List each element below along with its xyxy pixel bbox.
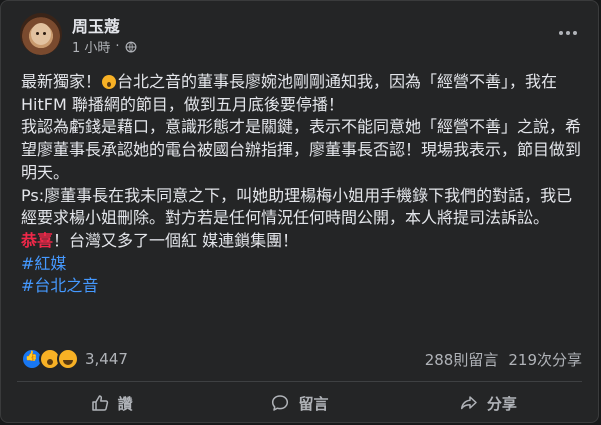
reactions-summary[interactable]: 3,447 <box>21 348 128 370</box>
post-paragraph: 我認為虧錢是藉口，意識形態才是關鍵，表示不能同意她「經營不善」之說，希望廖董事長… <box>21 117 582 182</box>
avatar-eye <box>43 32 46 35</box>
hashtag-line: #紅媒 <box>21 253 582 276</box>
thumbs-up-icon <box>91 395 108 411</box>
hashtag-line: #台北之音 <box>21 275 582 298</box>
haha-reaction-icon <box>57 348 79 370</box>
like-label: 讚 <box>117 394 133 413</box>
post-paragraph: 最新獨家！ 台北之音的董事長廖婉池剛剛通知我，因為「經營不善」，我在HitFM 聯… <box>21 71 582 116</box>
more-options-icon[interactable] <box>556 21 580 45</box>
comment-count[interactable]: 288則留言 <box>425 349 499 370</box>
engagement-counts: 288則留言 219次分享 <box>425 349 582 370</box>
reaction-count[interactable]: 3,447 <box>85 350 128 368</box>
hashtag-link[interactable]: #紅媒 <box>21 254 66 273</box>
meta-separator: · <box>115 39 120 54</box>
action-bar: 讚 留言 分享 <box>17 385 582 421</box>
globe-icon <box>125 41 136 52</box>
post-stats: 3,447 288則留言 219次分享 <box>21 346 582 372</box>
avatar[interactable] <box>20 13 62 55</box>
share-count[interactable]: 219次分享 <box>508 349 582 370</box>
post-text: ！台灣又多了一個紅 媒連鎖集團！ <box>53 230 299 250</box>
post-header: 周玉蔻 1 小時 · <box>20 13 584 63</box>
post-paragraph: 恭喜！台灣又多了一個紅 媒連鎖集團！ <box>21 230 582 253</box>
post-text: 最新獨家！ <box>21 72 102 91</box>
comment-button[interactable]: 留言 <box>205 385 393 421</box>
post-text: 台北之音的董事長廖婉池剛剛通知我，因為「經營不善」，我在HitFM 聯播網的節目… <box>21 72 558 114</box>
share-label: 分享 <box>486 394 517 413</box>
share-button[interactable]: 分享 <box>394 385 582 421</box>
like-button[interactable]: 讚 <box>17 385 205 421</box>
comment-icon <box>272 395 289 411</box>
share-icon <box>460 396 477 410</box>
post-time[interactable]: 1 小時 <box>72 37 110 56</box>
post-body: 最新獨家！ 台北之音的董事長廖婉池剛剛通知我，因為「經營不善」，我在HitFM 聯… <box>21 71 582 298</box>
divider <box>17 381 582 382</box>
avatar-eye <box>36 32 39 35</box>
highlight-text: 恭喜 <box>21 230 54 250</box>
post-paragraph: Ps:廖董事長在我未同意之下，叫她助理楊梅小姐用手機錄下我們的對話，我已經要求楊… <box>21 185 573 228</box>
reaction-icons <box>21 348 79 370</box>
author-name[interactable]: 周玉蔻 <box>72 13 120 37</box>
avatar-face <box>31 23 51 45</box>
comment-label: 留言 <box>298 394 329 413</box>
hashtag-link[interactable]: #台北之音 <box>21 276 98 295</box>
post-card: 周玉蔻 1 小時 · 最新獨家！ 台北之音的董事長廖婉池剛剛通知我，因為「經營不善… <box>0 0 599 423</box>
post-meta: 1 小時 · <box>72 37 137 56</box>
astonished-face-emoji <box>102 75 117 89</box>
